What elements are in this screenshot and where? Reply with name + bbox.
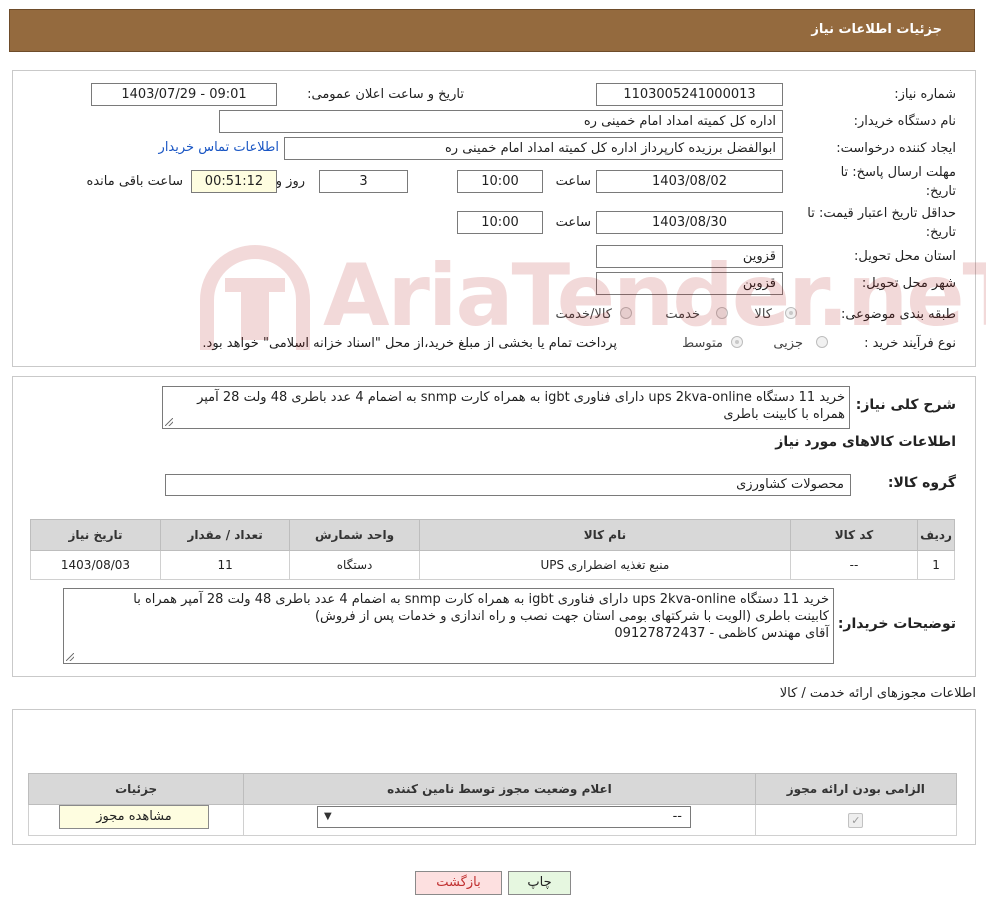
cell-need-date: 1403/08/03: [30, 550, 161, 580]
page-title: جزئیات اطلاعات نیاز: [811, 22, 942, 37]
category-label: طبقه بندی موضوعی:: [840, 307, 956, 322]
cell-name: منبع تغذیه اضطراری UPS: [418, 550, 791, 580]
announce-label: تاریخ و ساعت اعلان عمومی:: [307, 87, 464, 102]
buyer-org-label: نام دستگاه خریدار:: [853, 114, 956, 129]
purchase-type-label: نوع فرآیند خرید :: [864, 336, 956, 351]
validity-label-date: تاریخ:: [925, 225, 956, 240]
cell-unit: دستگاه: [289, 550, 420, 580]
col-license-required: الزامی بودن ارائه مجوز: [754, 773, 958, 805]
page-header: جزئیات اطلاعات نیاز: [9, 9, 975, 52]
validity-time-label: ساعت: [555, 215, 591, 230]
province-label: استان محل تحویل:: [854, 249, 956, 264]
goods-table-header: ردیف کد کالا نام کالا واحد شمارش تعداد /…: [30, 519, 955, 551]
cell-code: --: [789, 550, 919, 580]
table-row: 1 -- منبع تغذیه اضطراری UPS دستگاه 11 14…: [30, 550, 955, 580]
cell-row: 1: [917, 550, 955, 580]
licenses-title: اطلاعات مجوزهای ارائه خدمت / کالا: [779, 686, 976, 701]
buyer-notes-label: توضیحات خریدار:: [837, 616, 956, 632]
goods-group-field: محصولات کشاورزی: [165, 474, 851, 496]
validity-time-field: 10:00: [457, 211, 543, 234]
summary-label: شرح کلی نیاز:: [855, 397, 956, 413]
goods-info-title: اطلاعات کالاهای مورد نیاز: [775, 434, 956, 450]
print-button[interactable]: چاپ: [508, 871, 571, 895]
col-quantity: تعداد / مقدار: [159, 519, 291, 551]
license-status-select-value: --: [672, 809, 682, 824]
license-required-checkbox[interactable]: ✓: [848, 812, 864, 828]
col-code: کد کالا: [789, 519, 919, 551]
category-radio-service[interactable]: [716, 307, 728, 319]
back-button[interactable]: بازگشت: [415, 871, 502, 895]
days-label: روز و: [275, 174, 305, 189]
view-license-button[interactable]: مشاهده مجوز: [59, 805, 209, 829]
purchase-type-radio-small[interactable]: [816, 336, 828, 348]
deadline-label-date: تاریخ:: [925, 184, 956, 199]
deadline-time-label: ساعت: [555, 174, 591, 189]
validity-date-field: 1403/08/30: [596, 211, 783, 234]
buyer-org-field: اداره کل کمیته امداد امام خمینی ره: [219, 110, 783, 133]
buyer-notes-line-2: کابینت باطری (الویت با شرکتهای بومی استا…: [314, 609, 829, 624]
city-field: قزوین: [596, 272, 783, 295]
purchase-payment-note: پرداخت تمام یا بخشی از مبلغ خرید،از محل …: [202, 336, 617, 351]
col-license-status: اعلام وضعیت مجوز توسط نامین کننده: [243, 773, 756, 805]
resize-grip-icon[interactable]: [165, 418, 173, 426]
province-field: قزوین: [596, 245, 783, 268]
category-service-label: خدمت: [665, 307, 700, 322]
deadline-label: مهلت ارسال پاسخ: تا: [840, 165, 956, 180]
buyer-notes-line-3: آقای مهندس کاظمی - 09127872437: [614, 626, 829, 641]
chevron-down-icon: ▼: [324, 811, 332, 822]
need-number-field: 1103005241000013: [596, 83, 783, 106]
col-need-date: تاریخ نیاز: [30, 519, 161, 551]
category-radio-goods[interactable]: [785, 307, 797, 319]
category-goods-label: کالا: [754, 307, 772, 322]
buyer-contact-link[interactable]: اطلاعات تماس خریدار: [159, 140, 279, 155]
purchase-type-radio-medium[interactable]: [731, 336, 743, 348]
cell-quantity: 11: [159, 550, 291, 580]
deadline-date-field: 1403/08/02: [596, 170, 783, 193]
cell-license-required: ✓: [754, 804, 958, 836]
resize-grip-icon[interactable]: [66, 653, 74, 661]
goods-table: ردیف کد کالا نام کالا واحد شمارش تعداد /…: [30, 519, 955, 580]
city-label: شهر محل تحویل:: [861, 276, 956, 291]
remaining-days-field: 3: [319, 170, 408, 193]
summary-textarea[interactable]: خرید 11 دستگاه ups 2kva-online دارای فنا…: [162, 386, 850, 429]
license-status-select[interactable]: -- ▼: [317, 806, 691, 828]
buyer-notes-textarea[interactable]: خرید 11 دستگاه ups 2kva-online دارای فنا…: [63, 588, 834, 664]
col-row: ردیف: [917, 519, 955, 551]
col-unit: واحد شمارش: [289, 519, 420, 551]
validity-label: حداقل تاریخ اعتبار قیمت: تا: [807, 206, 956, 221]
need-number-label: شماره نیاز:: [894, 87, 956, 102]
deadline-time-field: 10:00: [457, 170, 543, 193]
goods-group-label: گروه کالا:: [887, 475, 956, 491]
category-radio-both[interactable]: [620, 307, 632, 319]
buyer-notes-line-1: خرید 11 دستگاه ups 2kva-online دارای فنا…: [133, 592, 829, 607]
creator-label: ایجاد کننده درخواست:: [836, 141, 956, 156]
remaining-time-field: 00:51:12: [191, 170, 277, 193]
category-both-label: کالا/خدمت: [555, 307, 612, 322]
announce-datetime-field: 1403/07/29 - 09:01: [91, 83, 277, 106]
summary-text: خرید 11 دستگاه ups 2kva-online دارای فنا…: [197, 390, 845, 422]
col-license-details: جزئیات: [27, 773, 245, 805]
purchase-type-medium-label: متوسط: [682, 336, 723, 351]
licenses-table-header: الزامی بودن ارائه مجوز اعلام وضعیت مجوز …: [27, 773, 958, 805]
purchase-type-small-label: جزیی: [773, 336, 803, 351]
creator-field: ابوالفضل برزیده کارپرداز اداره کل کمیته …: [284, 137, 783, 160]
remaining-time-label: ساعت باقی مانده: [86, 174, 183, 189]
col-name: نام کالا: [418, 519, 791, 551]
